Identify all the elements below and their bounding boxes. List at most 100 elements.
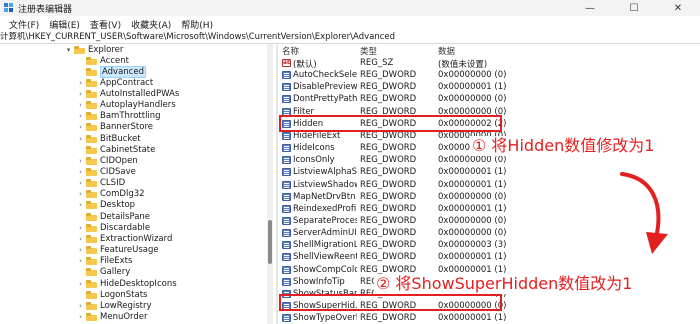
folder-icon: [86, 67, 97, 76]
down-arrow-icon: [620, 172, 668, 254]
binary-value-icon: [282, 83, 291, 92]
tree-item[interactable]: › Desktop: [76, 200, 135, 211]
tree-item[interactable]: › HideDesktopIcons: [76, 278, 177, 289]
menu-edit[interactable]: 编辑(E): [44, 16, 85, 32]
menu-file[interactable]: 文件(F): [4, 16, 44, 32]
chevron-right-icon[interactable]: ›: [76, 190, 85, 199]
chevron-right-icon[interactable]: ›: [76, 312, 85, 321]
registry-tree[interactable]: ▾ Explorer Accent Advanced › AppContract › Au…: [0, 44, 276, 324]
column-header-name[interactable]: 名称: [282, 45, 299, 57]
tree-item[interactable]: › BannerStore: [76, 122, 153, 133]
binary-value-icon: [282, 71, 291, 80]
tree-item[interactable]: LogonStats: [76, 289, 147, 300]
maximize-button[interactable]: ☐: [612, 0, 656, 16]
chevron-right-icon[interactable]: ›: [76, 201, 85, 210]
tree-item[interactable]: › CLSID: [76, 178, 125, 189]
tree-item[interactable]: › ComDlg32: [76, 189, 145, 200]
value-row[interactable]: DisablePreview...REG_DWORD 0x00000001 (1): [278, 81, 700, 93]
tree-item[interactable]: Accent: [76, 55, 129, 66]
address-bar[interactable]: 计算机\HKEY_CURRENT_USER\Software\Microsoft…: [0, 32, 700, 44]
value-row[interactable]: DontPrettyPath REG_DWORD 0x00000000 (0): [278, 93, 700, 105]
chevron-right-icon[interactable]: ›: [76, 223, 85, 232]
menu-help[interactable]: 帮助(H): [176, 16, 218, 32]
tree-item[interactable]: › Discardable: [76, 222, 150, 233]
binary-value-icon: [282, 253, 291, 262]
column-header-data[interactable]: 数据: [438, 45, 455, 57]
binary-value-icon: [282, 216, 291, 225]
chevron-right-icon[interactable]: ›: [76, 301, 85, 310]
binary-value-icon: [282, 156, 291, 165]
menu-view[interactable]: 查看(V): [85, 16, 126, 32]
chevron-right-icon[interactable]: ›: [76, 179, 85, 188]
tree-item[interactable]: › AutoInstalledPWAs: [76, 88, 179, 99]
tree-item[interactable]: › CIDOpen: [76, 155, 138, 166]
binary-value-icon: [282, 95, 291, 104]
value-data: 0x00000000 (0): [438, 155, 507, 166]
tree-item-label: Gallery: [100, 267, 131, 278]
value-name: DisablePreview...: [293, 82, 357, 93]
tree-item[interactable]: › ExtractionWizard: [76, 233, 172, 244]
chevron-right-icon[interactable]: ›: [76, 78, 85, 87]
tree-item-label: AppContract: [100, 77, 154, 88]
tree-item-label: CLSID: [100, 178, 126, 189]
menu-favorites[interactable]: 收藏夹(A): [126, 16, 176, 32]
annotation-step-1: ① 将Hidden数值修改为1: [470, 136, 657, 156]
value-name: ListviewAlphaS...: [293, 167, 357, 178]
tree-item[interactable]: Advanced: [76, 65, 146, 78]
value-type: REG_DWORD: [360, 228, 417, 239]
chevron-right-icon[interactable]: ›: [76, 112, 85, 121]
folder-icon: [86, 212, 97, 221]
value-type: REG_DWORD: [360, 143, 417, 154]
tree-item[interactable]: › FeatureUsage: [76, 245, 159, 256]
value-data: 0x00000000 (0): [438, 94, 507, 105]
chevron-right-icon[interactable]: ›: [76, 123, 85, 132]
tree-item[interactable]: › FileExts: [76, 256, 132, 267]
minimize-button[interactable]: —: [568, 0, 612, 16]
chevron-right-icon[interactable]: ›: [76, 89, 85, 98]
chevron-down-icon[interactable]: ▾: [64, 45, 73, 54]
tree-item-label: CIDOpen: [100, 155, 138, 166]
value-name: HideIcons: [293, 143, 335, 154]
tree-item[interactable]: Gallery: [76, 267, 130, 278]
value-type: REG_DWORD: [360, 240, 417, 251]
tree-item[interactable]: › LowRegistry: [76, 300, 151, 311]
binary-value-icon: [282, 144, 291, 153]
tree-item[interactable]: › CIDSave: [76, 167, 136, 178]
chevron-right-icon[interactable]: ›: [76, 168, 85, 177]
value-name: HideFileExt: [293, 130, 341, 141]
value-type: REG_DWORD: [360, 82, 417, 93]
chevron-right-icon[interactable]: ›: [76, 246, 85, 255]
value-type: REG_DWORD: [360, 70, 417, 81]
scrollbar-thumb[interactable]: [268, 220, 272, 264]
chevron-right-icon[interactable]: ›: [76, 257, 85, 266]
chevron-right-icon[interactable]: ›: [76, 279, 85, 288]
tree-item-explorer[interactable]: ▾ Explorer: [64, 44, 124, 55]
tree-item[interactable]: CabinetState: [76, 144, 155, 155]
tree-item[interactable]: › AutoplayHandlers: [76, 100, 176, 111]
value-type: REG_DWORD: [360, 203, 417, 214]
value-row[interactable]: AutoCheckSelectREG_DWORD 0x00000000 (0): [278, 69, 700, 81]
value-name: AutoCheckSelect: [293, 70, 357, 81]
chevron-right-icon[interactable]: ›: [76, 234, 85, 243]
tree-item-label: ComDlg32: [100, 189, 145, 200]
value-name: ShellViewReent...: [293, 252, 357, 263]
tree-item[interactable]: DetailsPane: [76, 211, 150, 222]
tree-scrollbar[interactable]: [267, 44, 273, 324]
chevron-right-icon[interactable]: ›: [76, 156, 85, 165]
chevron-right-icon[interactable]: ›: [76, 134, 85, 143]
tree-item[interactable]: › BitBucket: [76, 133, 141, 144]
tree-item[interactable]: › MenuOrder: [76, 311, 147, 322]
close-button[interactable]: ✕: [656, 0, 700, 16]
column-header-type[interactable]: 类型: [360, 45, 377, 57]
value-data: 0x00000000 (0): [438, 215, 507, 226]
tree-item[interactable]: › BamThrottling: [76, 111, 161, 122]
tree-item[interactable]: › AppContract: [76, 77, 153, 88]
chevron-right-icon[interactable]: ›: [76, 101, 85, 110]
value-row[interactable]: ShowTypeOverl...REG_DWORD 0x00000001 (1): [278, 312, 700, 324]
value-row[interactable]: ab (默认) REG_SZ (数值未设置): [278, 57, 700, 70]
value-name: MapNetDrvBtn: [293, 191, 356, 202]
